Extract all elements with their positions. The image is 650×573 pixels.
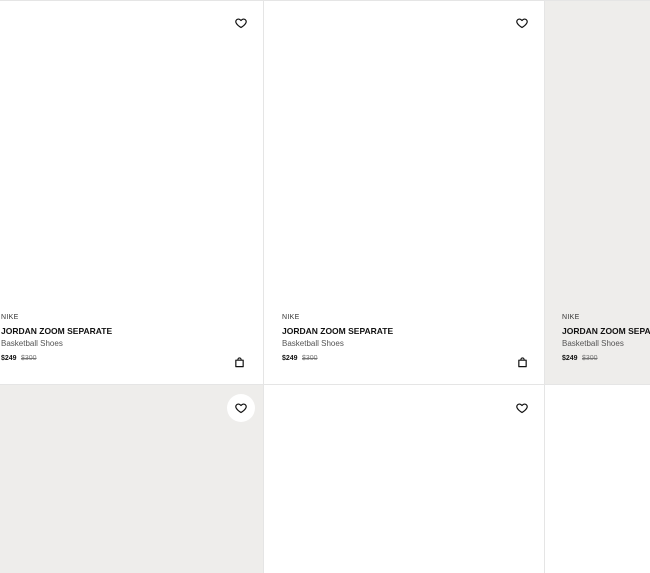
product-info: NIKE JORDAN ZOOM SEPARATE Basketball Sho…: [562, 314, 650, 384]
product-grid: NIKE JORDAN ZOOM SEPARATE Basketball Sho…: [0, 0, 650, 573]
product-original-price: $300: [582, 355, 598, 362]
product-price: $249: [562, 355, 578, 362]
product-price: $249: [282, 355, 298, 362]
grid-divider: [263, 0, 264, 573]
heart-icon: [235, 403, 247, 414]
product-info: NIKE JORDAN ZOOM SEPARATE Basketball Sho…: [282, 314, 538, 384]
heart-icon: [516, 403, 528, 414]
product-name[interactable]: JORDAN ZOOM SEPARATE: [282, 326, 393, 336]
add-to-cart-button[interactable]: [515, 355, 529, 369]
favorite-button[interactable]: [508, 394, 536, 422]
product-original-price: $300: [302, 355, 318, 362]
heart-icon: [516, 18, 528, 29]
product-name[interactable]: JORDAN ZOOM SEPARATE: [1, 326, 112, 336]
add-to-cart-button[interactable]: [232, 355, 246, 369]
product-brand: NIKE: [562, 314, 580, 321]
favorite-button[interactable]: [227, 9, 255, 37]
favorite-button[interactable]: [227, 394, 255, 422]
shopping-bag-icon: [517, 356, 527, 367]
product-category: Basketball Shoes: [562, 339, 624, 348]
product-card[interactable]: NIKE JORDAN ZOOM SEPARATE Basketball Sho…: [545, 0, 650, 384]
product-name[interactable]: JORDAN ZOOM SEPARATE: [562, 326, 650, 336]
product-card[interactable]: [0, 385, 263, 573]
product-brand: NIKE: [282, 314, 300, 321]
grid-divider: [0, 0, 650, 1]
product-brand: NIKE: [1, 314, 19, 321]
product-card[interactable]: NIKE JORDAN ZOOM SEPARATE Basketball Sho…: [264, 0, 544, 384]
product-card[interactable]: [545, 385, 650, 573]
product-info: NIKE JORDAN ZOOM SEPARATE Basketball Sho…: [1, 314, 257, 384]
grid-divider: [544, 0, 545, 573]
product-card[interactable]: [264, 385, 544, 573]
heart-icon: [235, 18, 247, 29]
product-original-price: $300: [21, 355, 37, 362]
product-price: $249: [1, 355, 17, 362]
favorite-button[interactable]: [508, 9, 536, 37]
shopping-bag-icon: [234, 356, 244, 367]
grid-divider: [0, 384, 650, 385]
product-category: Basketball Shoes: [1, 339, 63, 348]
product-category: Basketball Shoes: [282, 339, 344, 348]
product-card[interactable]: NIKE JORDAN ZOOM SEPARATE Basketball Sho…: [0, 0, 263, 384]
